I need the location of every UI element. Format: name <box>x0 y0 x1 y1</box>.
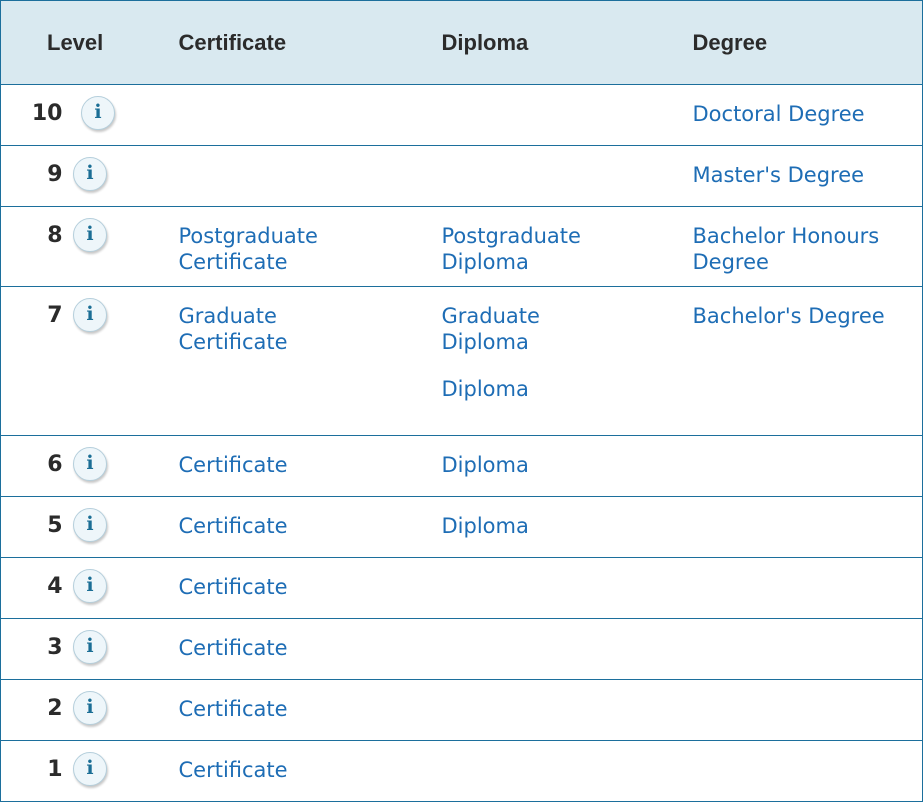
level-cell: 9i <box>1 146 157 207</box>
level-cell: 8i <box>1 207 157 287</box>
table-body: 10 i Doctoral Degree 9 i Master's Degree 8 i Pos… <box>0 85 923 802</box>
level-number: 1 <box>47 757 63 782</box>
header-certificate: Certificate <box>156 0 420 85</box>
level-cell: 6i <box>1 436 157 497</box>
level-number: 7 <box>47 303 63 328</box>
diploma-cell: Graduate Diploma Diploma <box>420 287 671 436</box>
level-number: 4 <box>47 574 63 599</box>
level-number: 8 <box>47 223 63 248</box>
info-icon[interactable]: i <box>81 96 115 130</box>
certificate-link[interactable]: Graduate Certificate <box>179 303 339 355</box>
degree-cell <box>671 619 923 680</box>
degree-link[interactable]: Bachelor's Degree <box>693 303 923 329</box>
certificate-cell: Certificate <box>157 619 420 680</box>
level-number: 5 <box>47 513 63 538</box>
certificate-link[interactable]: Postgraduate Certificate <box>179 223 339 275</box>
diploma-link[interactable]: Diploma <box>442 513 671 539</box>
level-cell: 1i <box>1 741 157 802</box>
certificate-link[interactable]: Certificate <box>179 513 420 539</box>
certificate-link[interactable]: Certificate <box>179 757 420 783</box>
certificate-cell: Graduate Certificate <box>157 287 420 436</box>
table-row: 9 i Master's Degree <box>0 146 923 207</box>
info-icon[interactable]: i <box>73 157 107 191</box>
degree-link[interactable]: Bachelor Honours Degree <box>693 223 908 275</box>
diploma-cell: Diploma <box>420 497 671 558</box>
degree-cell <box>671 680 923 741</box>
info-icon[interactable]: i <box>73 569 107 603</box>
diploma-link[interactable]: Graduate Diploma <box>442 303 602 355</box>
diploma-cell <box>420 680 671 741</box>
degree-link[interactable]: Master's Degree <box>693 162 923 188</box>
info-icon[interactable]: i <box>73 447 107 481</box>
level-number: 10 <box>31 101 63 126</box>
diploma-cell <box>420 619 671 680</box>
info-icon[interactable]: i <box>73 752 107 786</box>
level-cell: 4i <box>1 558 157 619</box>
diploma-cell <box>420 146 671 207</box>
level-number: 3 <box>47 635 63 660</box>
table-row: 3 i Certificate <box>0 619 923 680</box>
level-cell: 10 i <box>1 85 157 146</box>
level-cell: 2i <box>1 680 157 741</box>
info-icon[interactable]: i <box>73 691 107 725</box>
degree-cell <box>671 497 923 558</box>
level-cell: 3i <box>1 619 157 680</box>
certificate-link[interactable]: Certificate <box>179 635 420 661</box>
info-icon[interactable]: i <box>73 298 107 332</box>
diploma-cell <box>420 741 671 802</box>
header-row: Level Certificate Diploma Degree <box>0 0 923 85</box>
table-header: Level Certificate Diploma Degree <box>0 0 923 85</box>
header-degree: Degree <box>670 0 923 85</box>
table-row: 7 i Graduate Certificate Graduate Diploma Di… <box>0 287 923 436</box>
degree-cell: Doctoral Degree <box>671 85 923 146</box>
degree-cell: Bachelor's Degree <box>671 287 923 436</box>
table-row: 2 i Certificate <box>0 680 923 741</box>
certificate-link[interactable]: Certificate <box>179 696 420 722</box>
degree-cell <box>671 558 923 619</box>
table-row: 8 i Postgraduate Certificate Postgraduate D… <box>0 207 923 287</box>
certificate-cell: Certificate <box>157 741 420 802</box>
level-cell: 7i <box>1 287 157 436</box>
diploma-link[interactable]: Postgraduate Diploma <box>442 223 602 275</box>
level-number: 2 <box>47 696 63 721</box>
header-level: Level <box>0 0 157 85</box>
level-number: 9 <box>47 162 63 187</box>
table-row: 10 i Doctoral Degree <box>0 85 923 146</box>
degree-cell: Bachelor Honours Degree <box>671 207 923 287</box>
table-row: 4 i Certificate <box>0 558 923 619</box>
certificate-link[interactable]: Certificate <box>179 452 420 478</box>
qualifications-table: Level Certificate Diploma Degree 10 i Doct… <box>0 0 923 802</box>
diploma-cell: Postgraduate Diploma <box>420 207 671 287</box>
table-row: 5 i Certificate Diploma <box>0 497 923 558</box>
diploma-cell: Diploma <box>420 436 671 497</box>
certificate-cell: Certificate <box>157 436 420 497</box>
info-icon[interactable]: i <box>73 218 107 252</box>
info-icon[interactable]: i <box>73 508 107 542</box>
header-diploma: Diploma <box>419 0 671 85</box>
degree-cell <box>671 436 923 497</box>
diploma-cell <box>420 558 671 619</box>
degree-link[interactable]: Doctoral Degree <box>693 101 923 127</box>
level-cell: 5i <box>1 497 157 558</box>
certificate-cell: Certificate <box>157 680 420 741</box>
certificate-cell: Postgraduate Certificate <box>157 207 420 287</box>
certificate-cell <box>157 85 420 146</box>
certificate-cell: Certificate <box>157 497 420 558</box>
diploma-cell <box>420 85 671 146</box>
level-number: 6 <box>47 452 63 477</box>
certificate-cell: Certificate <box>157 558 420 619</box>
diploma-link[interactable]: Diploma <box>442 376 671 402</box>
degree-cell: Master's Degree <box>671 146 923 207</box>
info-icon[interactable]: i <box>73 630 107 664</box>
degree-cell <box>671 741 923 802</box>
certificate-link[interactable]: Certificate <box>179 574 420 600</box>
diploma-link[interactable]: Diploma <box>442 452 671 478</box>
certificate-cell <box>157 146 420 207</box>
table-row: 1 i Certificate <box>0 741 923 802</box>
table-row: 6 i Certificate Diploma <box>0 436 923 497</box>
